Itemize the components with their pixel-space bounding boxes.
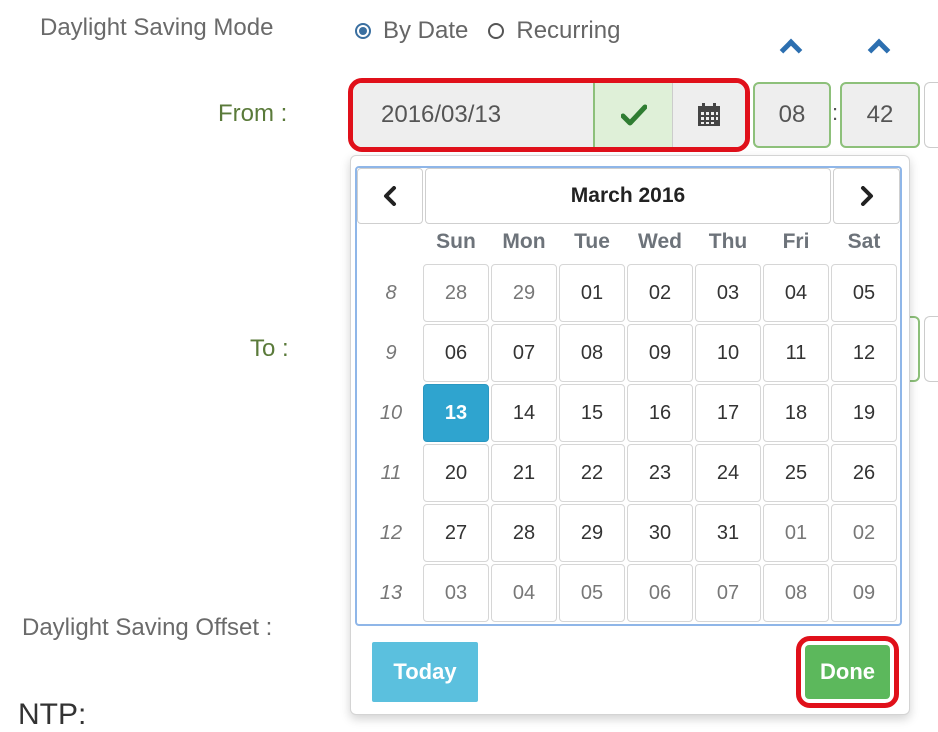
dst-offset-label: Daylight Saving Offset : [22, 614, 273, 641]
calendar-day[interactable]: 07 [695, 564, 761, 622]
week-number: 12 [379, 522, 403, 544]
calendar-day[interactable]: 03 [423, 564, 489, 622]
calendar-day[interactable]: 25 [763, 444, 829, 502]
weekday-thu: Thu [708, 230, 748, 253]
to-label: To : [250, 335, 289, 362]
calendar-day[interactable]: 03 [695, 264, 761, 322]
calendar-day[interactable]: 12 [831, 324, 897, 382]
calendar-day[interactable]: 05 [559, 564, 625, 622]
calendar-day[interactable]: 11 [763, 324, 829, 382]
from-hour-input[interactable]: 08 [753, 82, 831, 148]
radio-by-date[interactable] [355, 23, 371, 39]
calendar-day[interactable]: 09 [627, 324, 693, 382]
today-button[interactable]: Today [372, 642, 478, 702]
calendar-day[interactable]: 30 [627, 504, 693, 562]
calendar-day[interactable]: 29 [491, 264, 557, 322]
week-number: 10 [379, 402, 403, 424]
calendar-day[interactable]: 15 [559, 384, 625, 442]
from-date-field: 2016/03/13 [348, 78, 750, 152]
week-number: 11 [380, 462, 402, 484]
done-button-highlight: Done [796, 636, 899, 708]
calendar-day[interactable]: 09 [831, 564, 897, 622]
calendar-day[interactable]: 06 [423, 324, 489, 382]
calendar-day[interactable]: 02 [831, 504, 897, 562]
minute-up-chevron-icon[interactable] [867, 38, 891, 62]
next-month-button[interactable] [833, 168, 900, 224]
time-separator: : [832, 100, 839, 125]
prev-month-button[interactable] [357, 168, 423, 224]
hour-up-chevron-icon[interactable] [779, 38, 803, 62]
from-label: From : [218, 100, 288, 127]
calendar-icon[interactable] [673, 83, 745, 147]
dst-mode-label: Daylight Saving Mode [40, 14, 274, 41]
calendar-day[interactable]: 10 [695, 324, 761, 382]
from-date-input[interactable]: 2016/03/13 [353, 83, 595, 147]
week-number: 9 [385, 342, 397, 364]
to-second-input-edge [924, 316, 938, 382]
calendar-day[interactable]: 16 [627, 384, 693, 442]
calendar-day[interactable]: 28 [491, 504, 557, 562]
done-button[interactable]: Done [805, 645, 890, 699]
calendar-day[interactable]: 13 [423, 384, 489, 442]
radio-recurring[interactable] [488, 23, 505, 39]
calendar-day[interactable]: 05 [831, 264, 897, 322]
calendar-day[interactable]: 20 [423, 444, 489, 502]
weekday-fri: Fri [782, 230, 810, 253]
radio-by-date-label[interactable]: By Date [383, 17, 468, 45]
calendar-day[interactable]: 02 [627, 264, 693, 322]
calendar-day[interactable]: 29 [559, 504, 625, 562]
calendar-day[interactable]: 01 [559, 264, 625, 322]
radio-recurring-label[interactable]: Recurring [516, 17, 620, 45]
calendar-day[interactable]: 08 [763, 564, 829, 622]
to-minute-input-edge [910, 316, 920, 382]
calendar-day[interactable]: 17 [695, 384, 761, 442]
from-minute-input[interactable]: 42 [840, 82, 920, 148]
chevron-right-icon [860, 186, 873, 206]
calendar-day[interactable]: 04 [763, 264, 829, 322]
check-icon [595, 83, 673, 147]
weekday-tue: Tue [574, 230, 610, 253]
calendar-day[interactable]: 07 [491, 324, 557, 382]
weekday-mon: Mon [502, 230, 546, 253]
datepicker-popup: March 2016 Sun Mon Tue Wed Thu Fri Sat 8… [350, 155, 910, 715]
calendar-day[interactable]: 06 [627, 564, 693, 622]
calendar-day[interactable]: 01 [763, 504, 829, 562]
dst-mode-radio-group: By Date Recurring [355, 14, 640, 48]
calendar-day[interactable]: 04 [491, 564, 557, 622]
month-title-button[interactable]: March 2016 [425, 168, 831, 224]
week-number: 13 [379, 582, 403, 604]
week-number: 8 [385, 282, 397, 304]
calendar-day[interactable]: 31 [695, 504, 761, 562]
weekday-wed: Wed [638, 230, 682, 253]
calendar-day[interactable]: 21 [491, 444, 557, 502]
calendar-day[interactable]: 14 [491, 384, 557, 442]
calendar-day[interactable]: 26 [831, 444, 897, 502]
calendar-day[interactable]: 18 [763, 384, 829, 442]
chevron-left-icon [384, 186, 396, 206]
from-second-input-edge [924, 82, 938, 148]
calendar-day[interactable]: 23 [627, 444, 693, 502]
calendar-day[interactable]: 28 [423, 264, 489, 322]
calendar-day[interactable]: 24 [695, 444, 761, 502]
calendar-day[interactable]: 22 [559, 444, 625, 502]
calendar-day[interactable]: 19 [831, 384, 897, 442]
calendar-day[interactable]: 08 [559, 324, 625, 382]
weekday-sat: Sat [847, 230, 881, 253]
calendar-day[interactable]: 27 [423, 504, 489, 562]
weekday-sun: Sun [436, 230, 476, 253]
calendar-grid: March 2016 Sun Mon Tue Wed Thu Fri Sat 8… [355, 166, 902, 626]
